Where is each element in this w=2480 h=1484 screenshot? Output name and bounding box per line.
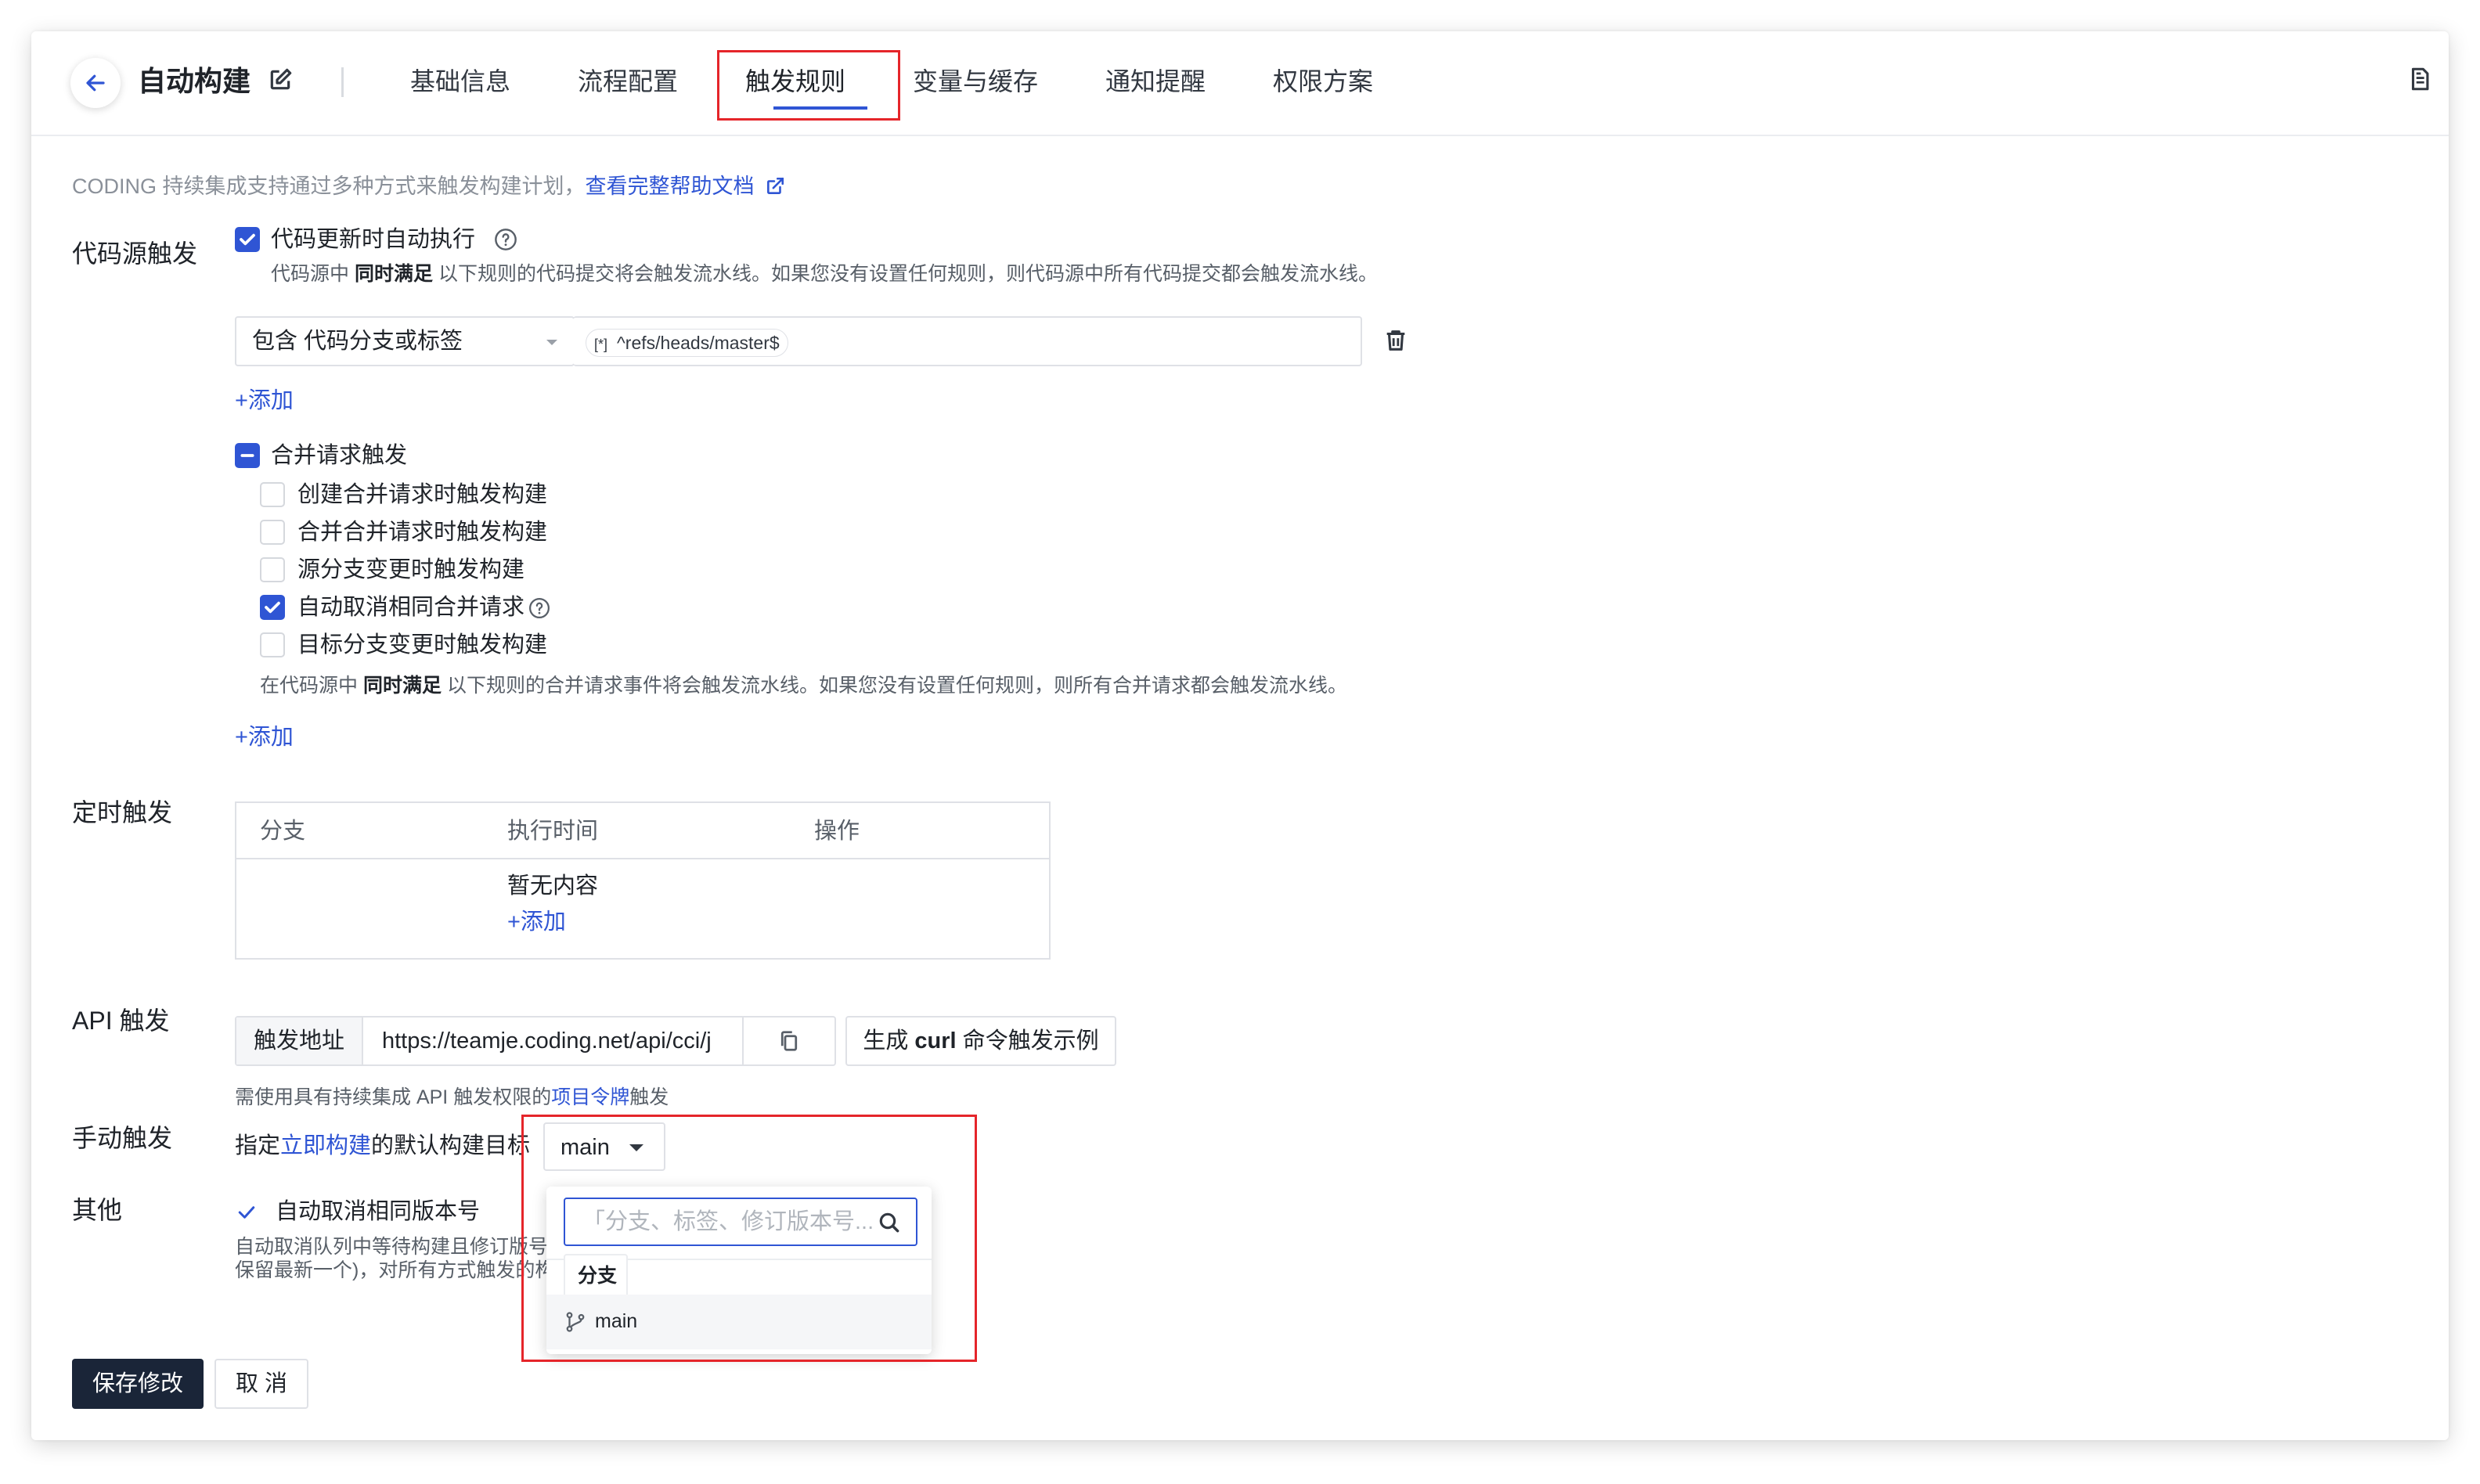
manual-text-prefix: 指定 xyxy=(235,1133,281,1158)
code-source-desc-suffix: 以下规则的代码提交将会触发流水线。如果您没有设置任何规则，则代码源中所有代码提交… xyxy=(438,263,1378,285)
check-icon xyxy=(240,233,255,246)
merge-request-checkbox[interactable] xyxy=(235,443,260,468)
mr-option-merge-checkbox[interactable] xyxy=(260,520,285,545)
check-icon[interactable] xyxy=(235,1201,258,1224)
caret-down-icon xyxy=(546,340,557,345)
add-mr-rule-link[interactable]: +添加 xyxy=(235,722,294,753)
other-label: 其他 xyxy=(72,1196,123,1224)
rule-value-tag: [*] ^refs/heads/master$ xyxy=(586,329,788,357)
mr-desc-suffix: 以下规则的合并请求事件将会触发流水线。如果您没有设置任何规则，则所有合并请求都会… xyxy=(446,675,1347,697)
auto-cancel-version-label: 自动取消相同版本号 xyxy=(276,1199,481,1224)
manual-trigger-text: 指定立即构建的默认构建目标 xyxy=(235,1130,530,1162)
arrow-left-icon xyxy=(86,74,105,92)
regex-tag-icon: [*] xyxy=(594,337,608,352)
page-title: 自动构建 xyxy=(138,65,251,97)
api-note: 需使用具有持续集成 API 触发权限的项目令牌触发 xyxy=(235,1083,669,1111)
schedule-empty-text: 暂无内容 xyxy=(507,873,599,899)
manual-text-suffix: 的默认构建目标 xyxy=(371,1133,531,1158)
rule-type-select[interactable]: 包含 代码分支或标签 xyxy=(235,316,575,366)
api-url-addon-label: 触发地址 xyxy=(254,1028,345,1054)
title-divider xyxy=(341,67,344,97)
column-branch: 分支 xyxy=(260,819,306,844)
other-desc-line2: 保留最新一个)，对所有方式触发的构 xyxy=(235,1259,555,1281)
back-button[interactable] xyxy=(70,58,121,108)
curl-button-prefix: 生成 xyxy=(863,1028,915,1054)
rule-value-text: ^refs/heads/master$ xyxy=(617,333,780,353)
mr-desc-prefix: 在代码源中 xyxy=(260,675,359,697)
tab-variables-cache[interactable]: 变量与缓存 xyxy=(913,59,1038,103)
mr-option-source-checkbox[interactable] xyxy=(260,557,285,582)
intro-text: CODING 持续集成支持通过多种方式来触发构建计划，查看完整帮助文档 xyxy=(72,171,785,202)
merge-request-description: 在代码源中 同时满足 以下规则的合并请求事件将会触发流水线。如果您没有设置任何规… xyxy=(260,672,1347,700)
code-source-description: 代码源中 同时满足 以下规则的代码提交将会触发流水线。如果您没有设置任何规则，则… xyxy=(271,260,1378,288)
tab-flow-config[interactable]: 流程配置 xyxy=(578,59,678,103)
code-source-desc-prefix: 代码源中 xyxy=(271,263,350,285)
edit-icon[interactable] xyxy=(268,67,293,92)
page-header: 自动构建 基础信息 流程配置 触发规则 变量与缓存 通知提醒 权限方案 xyxy=(31,31,2449,136)
trash-icon[interactable] xyxy=(1382,327,1409,354)
auto-run-label: 代码更新时自动执行 xyxy=(271,227,476,252)
curl-button-bold: curl xyxy=(914,1028,957,1054)
tab-basic-info[interactable]: 基础信息 xyxy=(410,59,510,103)
mr-desc-bold: 同时满足 xyxy=(362,675,442,697)
auto-run-checkbox[interactable] xyxy=(235,227,260,252)
copy-url-button[interactable] xyxy=(742,1018,834,1064)
code-source-desc-bold: 同时满足 xyxy=(354,263,433,285)
generate-curl-button[interactable]: 生成 curl 命令触发示例 xyxy=(845,1016,1116,1066)
mr-option-source-label: 源分支变更时触发构建 xyxy=(297,557,525,582)
mr-option-create-checkbox[interactable] xyxy=(260,482,285,507)
document-icon[interactable] xyxy=(2406,66,2433,92)
save-button[interactable]: 保存修改 xyxy=(72,1359,204,1409)
mr-option-auto-cancel-label: 自动取消相同合并请求 xyxy=(297,595,525,620)
api-url-value: https://teamje.coding.net/api/cci/j xyxy=(382,1028,712,1054)
other-desc-line1: 自动取消队列中等待构建且修订版号 xyxy=(235,1236,549,1258)
mr-option-create-label: 创建合并请求时触发构建 xyxy=(297,482,548,507)
add-rule-link[interactable]: +添加 xyxy=(235,385,294,416)
rule-type-value: 包含 代码分支或标签 xyxy=(252,329,463,354)
add-schedule-link[interactable]: +添加 xyxy=(507,906,566,938)
schedule-table-header: 分支 执行时间 操作 xyxy=(236,803,1049,859)
help-circle-icon[interactable] xyxy=(493,227,518,252)
check-icon xyxy=(265,601,280,614)
mr-option-auto-cancel-checkbox[interactable] xyxy=(260,595,285,620)
help-circle-icon[interactable] xyxy=(528,596,551,620)
cancel-button[interactable]: 取 消 xyxy=(214,1359,308,1409)
rule-value-input[interactable]: [*] ^refs/heads/master$ xyxy=(573,316,1362,366)
dropdown-highlight-box xyxy=(521,1115,977,1362)
mr-option-target-label: 目标分支变更时触发构建 xyxy=(297,632,548,657)
mr-option-merge-label: 合并合并请求时触发构建 xyxy=(297,520,548,545)
api-url-input[interactable]: https://teamje.coding.net/api/cci/j xyxy=(363,1018,742,1064)
curl-button-suffix: 命令触发示例 xyxy=(956,1028,1099,1054)
copy-icon xyxy=(780,1031,798,1051)
manual-trigger-label: 手动触发 xyxy=(72,1124,173,1152)
minus-icon xyxy=(240,454,254,457)
column-actions: 操作 xyxy=(814,819,860,844)
api-note-prefix: 需使用具有持续集成 API 触发权限的 xyxy=(235,1086,552,1108)
api-note-suffix: 触发 xyxy=(629,1086,669,1108)
schedule-table: 分支 执行时间 操作 暂无内容 +添加 xyxy=(235,801,1051,960)
intro-description: CODING 持续集成支持通过多种方式来触发构建计划， xyxy=(72,175,586,198)
merge-request-label: 合并请求触发 xyxy=(271,443,408,468)
column-exec-time: 执行时间 xyxy=(507,819,599,844)
mr-option-target-checkbox[interactable] xyxy=(260,632,285,657)
external-link-icon[interactable] xyxy=(765,176,785,196)
api-url-addon: 触发地址 xyxy=(236,1018,363,1064)
schedule-label: 定时触发 xyxy=(72,798,173,827)
project-token-link[interactable]: 项目令牌 xyxy=(551,1086,629,1108)
code-source-label: 代码源触发 xyxy=(72,240,198,268)
help-doc-link[interactable]: 查看完整帮助文档 xyxy=(586,175,755,198)
build-now-link[interactable]: 立即构建 xyxy=(280,1133,371,1158)
tab-notifications[interactable]: 通知提醒 xyxy=(1105,59,1206,103)
tab-permissions[interactable]: 权限方案 xyxy=(1273,59,1373,103)
api-trigger-label: API 触发 xyxy=(72,1007,170,1035)
tab-highlight-box xyxy=(717,50,900,121)
settings-card: 自动构建 基础信息 流程配置 触发规则 变量与缓存 通知提醒 权限方案 CODI… xyxy=(31,31,2449,1440)
api-url-group: 触发地址 https://teamje.coding.net/api/cci/j xyxy=(235,1016,836,1066)
